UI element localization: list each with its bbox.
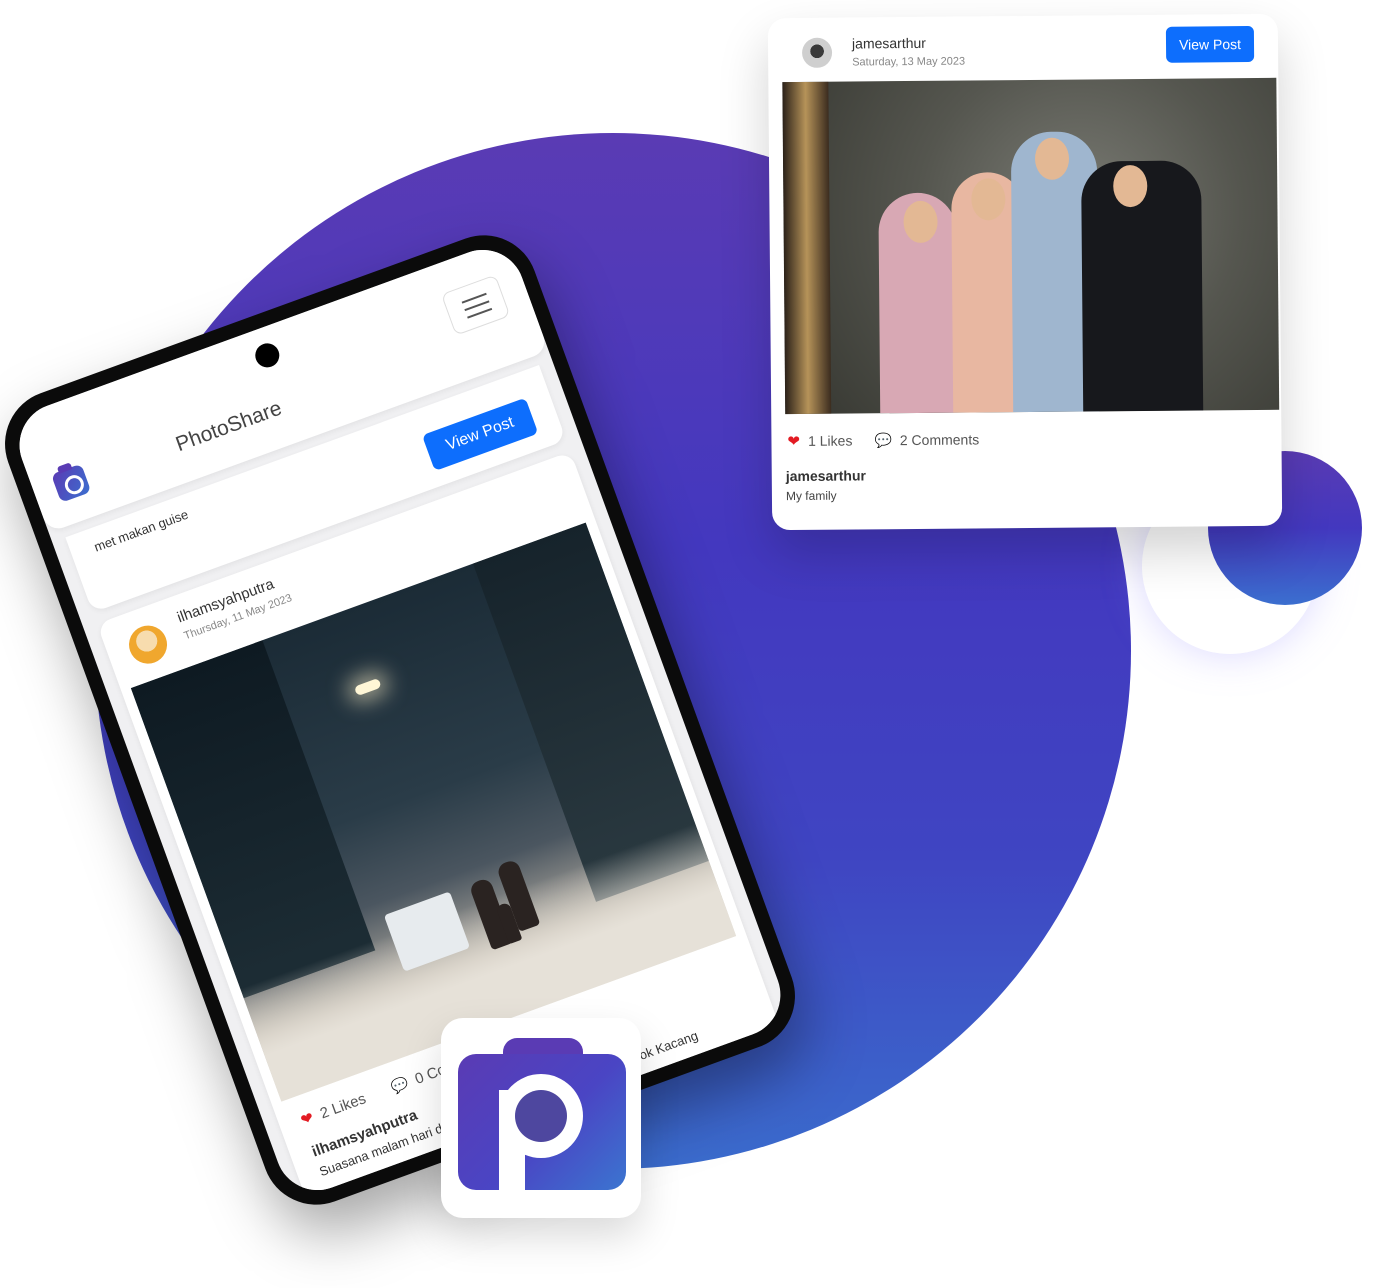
photo-building-left (130, 640, 376, 999)
heart-icon: ❤ (298, 1109, 317, 1130)
avatar[interactable] (801, 37, 833, 68)
photo-street-lamp (353, 677, 382, 697)
like-button[interactable]: ❤ 1 Likes (787, 432, 852, 451)
like-button[interactable]: ❤ 2 Likes (298, 1089, 368, 1129)
photo-face (903, 200, 938, 244)
avatar[interactable] (123, 620, 173, 669)
heart-icon: ❤ (787, 432, 801, 451)
comments-count: 2 Comments (899, 430, 980, 448)
photo-face (1034, 137, 1070, 180)
photo-curtain (782, 81, 832, 415)
post-stats: ❤ 1 Likes 💬 2 Comments (787, 430, 979, 450)
post-date: Saturday, 13 May 2023 (852, 55, 966, 69)
photo-face (1113, 164, 1148, 208)
previous-post-caption: met makan guise (92, 506, 191, 555)
comment-icon: 💬 (874, 431, 892, 448)
stage: PhotoShare met makan guise View Post ilh… (0, 0, 1390, 1288)
view-post-button[interactable]: View Post (1165, 25, 1255, 63)
photo-face (971, 178, 1006, 221)
comment-button[interactable]: 💬 2 Comments (874, 431, 979, 449)
photoshare-logo-icon[interactable] (51, 463, 92, 503)
post-caption: My family (785, 488, 837, 504)
post-owner: jamesarthur (785, 467, 866, 485)
likes-count: 1 Likes (807, 432, 853, 449)
post-photo[interactable] (782, 77, 1280, 415)
app-icon-tile (441, 1018, 641, 1218)
likes-count: 2 Likes (317, 1090, 369, 1123)
logo-lens (515, 1090, 567, 1142)
view-post-button[interactable]: View Post (421, 397, 539, 472)
app-title: PhotoShare (172, 396, 285, 457)
post-username[interactable]: jamesarthur (852, 35, 926, 52)
floating-post-card: jamesarthur Saturday, 13 May 2023 View P… (767, 13, 1283, 531)
menu-icon[interactable] (440, 274, 511, 336)
comment-icon: 💬 (388, 1074, 411, 1096)
